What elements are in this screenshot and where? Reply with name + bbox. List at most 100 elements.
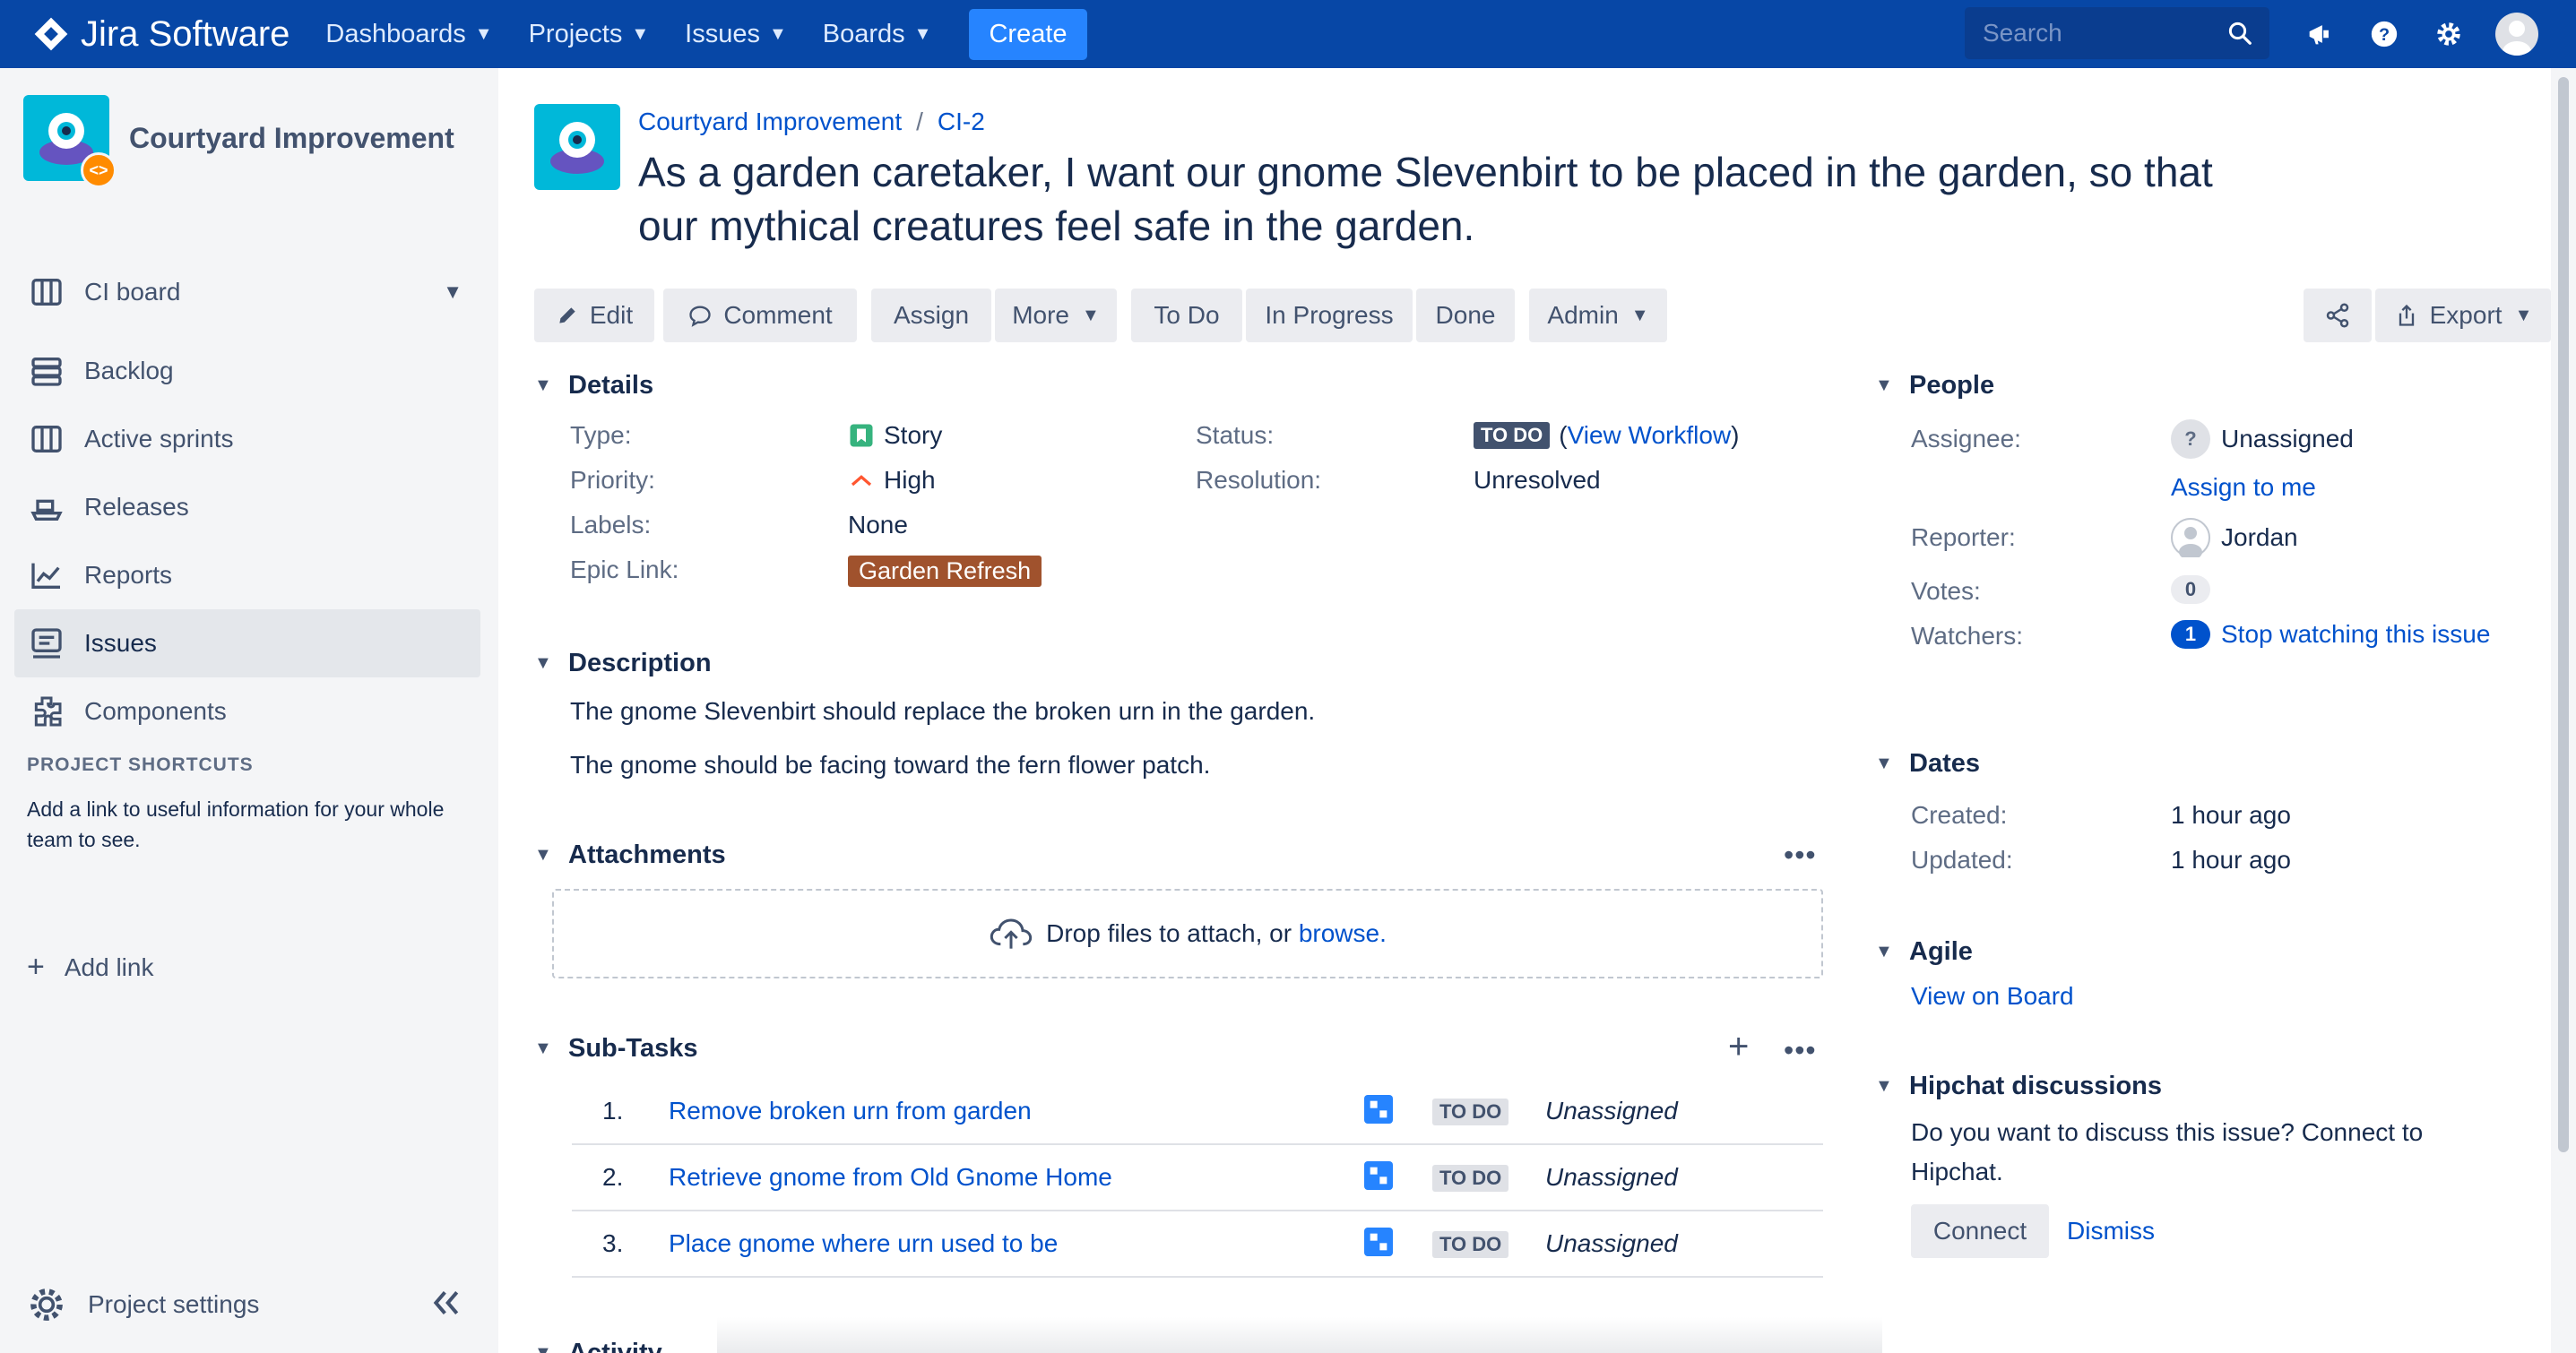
table-row[interactable]: 2. Retrieve gnome from Old Gnome Home TO… xyxy=(572,1145,1823,1211)
search-input[interactable] xyxy=(1983,19,2216,47)
dates-heading[interactable]: ▼ Dates xyxy=(1875,749,1980,779)
description-heading[interactable]: ▼ Description xyxy=(534,649,712,678)
hipchat-heading[interactable]: ▼ Hipchat discussions xyxy=(1875,1072,2162,1101)
attachment-dropzone[interactable]: Drop files to attach, or browse. xyxy=(552,889,1823,978)
subtasks-more-icon[interactable]: ••• xyxy=(1784,1034,1817,1067)
scrollbar-thumb[interactable] xyxy=(2558,77,2569,1152)
assignee-value[interactable]: ? Unassigned xyxy=(2171,419,2354,459)
stop-watching-link[interactable]: Stop watching this issue xyxy=(2221,620,2490,649)
breadcrumb-issue-key[interactable]: CI-2 xyxy=(938,108,985,135)
more-label: More xyxy=(1012,301,1069,329)
transition-in-progress-button[interactable]: In Progress xyxy=(1246,289,1413,342)
add-subtask-icon[interactable]: + xyxy=(1728,1027,1749,1067)
jira-logo[interactable]: Jira Software xyxy=(32,14,290,55)
created-value: 1 hour ago xyxy=(2171,801,2291,829)
nav-label: Projects xyxy=(528,19,623,48)
create-button[interactable]: Create xyxy=(969,8,1087,60)
sidebar-item-label: Components xyxy=(84,697,227,725)
issue-summary[interactable]: As a garden caretaker, I want our gnome … xyxy=(638,145,2234,253)
subtask-title-link[interactable]: Retrieve gnome from Old Gnome Home xyxy=(669,1163,1112,1192)
more-button[interactable]: More ▼ xyxy=(995,289,1117,342)
project-shortcuts-text: Add a link to useful information for you… xyxy=(27,797,445,851)
nav-issues[interactable]: Issues ▼ xyxy=(685,20,787,49)
attachments-heading[interactable]: ▼ Attachments xyxy=(534,840,726,870)
nav-boards[interactable]: Boards ▼ xyxy=(823,20,932,49)
details-heading[interactable]: ▼ Details xyxy=(534,371,653,401)
sidebar-item-reports[interactable]: Reports xyxy=(14,541,480,609)
sidebar-item-releases[interactable]: Releases xyxy=(14,473,480,541)
status-lozenge: TO DO xyxy=(1474,422,1551,449)
issue-project-avatar[interactable] xyxy=(534,104,620,190)
priority-high-icon xyxy=(851,475,872,487)
reporter-value[interactable]: Jordan xyxy=(2171,518,2298,557)
sprints-icon xyxy=(31,426,62,452)
watchers-count[interactable]: 1 xyxy=(2171,620,2210,649)
edit-button[interactable]: Edit xyxy=(534,289,654,342)
product-name: Jira Software xyxy=(81,13,290,54)
top-navigation: Jira Software Dashboards ▼ Projects ▼ Issu… xyxy=(0,0,2576,68)
nav-dashboards[interactable]: Dashboards ▼ xyxy=(325,20,492,49)
people-heading[interactable]: ▼ People xyxy=(1875,371,1994,401)
attachments-more-icon[interactable]: ••• xyxy=(1784,839,1817,872)
resolution-value: Unresolved xyxy=(1474,466,1601,494)
export-button[interactable]: Export ▼ xyxy=(2375,289,2551,342)
assign-to-me-link[interactable]: Assign to me xyxy=(2171,473,2316,502)
view-on-board-link[interactable]: View on Board xyxy=(1911,982,2074,1011)
comment-button[interactable]: Comment xyxy=(663,289,857,342)
epic-lozenge[interactable]: Garden Refresh xyxy=(848,556,1042,587)
view-workflow-link[interactable]: View Workflow xyxy=(1568,421,1732,450)
votes-value[interactable]: 0 xyxy=(2171,575,2221,604)
project-shortcuts-heading: PROJECT SHORTCUTS xyxy=(27,754,254,775)
project-settings-link[interactable]: Project settings xyxy=(27,1285,259,1324)
page-scrollbar[interactable] xyxy=(2551,68,2576,1353)
share-button[interactable] xyxy=(2304,289,2372,342)
dismiss-link[interactable]: Dismiss xyxy=(2067,1217,2155,1245)
table-row[interactable]: 1. Remove broken urn from garden TO DO U… xyxy=(572,1079,1823,1145)
sidebar-item-components[interactable]: Components xyxy=(14,677,480,745)
add-link-button[interactable]: + Add link xyxy=(27,950,153,985)
description-line[interactable]: The gnome should be facing toward the fe… xyxy=(570,751,1210,780)
settings-gear-icon[interactable] xyxy=(2431,16,2467,52)
project-header[interactable]: <> Courtyard Improvement xyxy=(23,95,454,188)
browse-link[interactable]: browse. xyxy=(1299,919,1387,948)
subtask-title-link[interactable]: Place gnome where urn used to be xyxy=(669,1229,1058,1258)
dropzone-text: Drop files to attach, or xyxy=(1046,919,1292,947)
sidebar-item-label: Active sprints xyxy=(84,425,234,452)
admin-button[interactable]: Admin ▼ xyxy=(1529,289,1667,342)
epic-link-value: Garden Refresh xyxy=(848,556,1042,587)
subtask-title-link[interactable]: Remove broken urn from garden xyxy=(669,1097,1032,1125)
connect-button[interactable]: Connect xyxy=(1911,1204,2049,1258)
user-avatar-icon[interactable] xyxy=(2495,13,2538,56)
watchers-label: Watchers: xyxy=(1911,622,2023,650)
sidebar-item-backlog[interactable]: Backlog xyxy=(14,337,480,405)
sidebar-item-issues[interactable]: Issues xyxy=(14,609,480,677)
subtasks-heading[interactable]: ▼ Sub-Tasks xyxy=(534,1034,698,1064)
priority-value: High xyxy=(848,466,936,495)
story-icon xyxy=(850,424,873,447)
transition-todo-button[interactable]: To Do xyxy=(1131,289,1242,342)
collapse-sidebar-icon[interactable] xyxy=(428,1287,464,1323)
subtasks-title: Sub-Tasks xyxy=(568,1034,698,1063)
help-icon[interactable]: ? xyxy=(2366,16,2402,52)
backlog-icon xyxy=(31,358,62,386)
chevron-down-icon: ▼ xyxy=(1630,305,1649,325)
nav-projects[interactable]: Projects ▼ xyxy=(529,20,650,49)
assign-button[interactable]: Assign xyxy=(871,289,991,342)
description-line[interactable]: The gnome Slevenbirt should replace the … xyxy=(570,697,1315,726)
table-row[interactable]: 3. Place gnome where urn used to be TO D… xyxy=(572,1211,1823,1278)
chevron-down-icon: ▼ xyxy=(1875,375,1893,395)
sidebar-item-ci-board[interactable]: CI board ▼ xyxy=(14,258,480,326)
chevron-down-icon: ▼ xyxy=(534,845,552,865)
chevron-down-icon[interactable]: ▼ xyxy=(443,280,462,304)
agile-heading[interactable]: ▼ Agile xyxy=(1875,937,1973,967)
notifications-icon[interactable] xyxy=(2302,16,2338,52)
sidebar-item-label: Backlog xyxy=(84,357,174,384)
epic-link-label: Epic Link: xyxy=(570,556,679,583)
transition-done-button[interactable]: Done xyxy=(1416,289,1515,342)
search-icon[interactable] xyxy=(2226,20,2253,47)
activity-heading[interactable]: ▼ Activity xyxy=(534,1339,662,1353)
reporter-avatar-icon xyxy=(2171,518,2210,557)
breadcrumb-project-link[interactable]: Courtyard Improvement xyxy=(638,108,902,135)
project-avatar: <> xyxy=(23,95,117,188)
sidebar-item-active-sprints[interactable]: Active sprints xyxy=(14,405,480,473)
